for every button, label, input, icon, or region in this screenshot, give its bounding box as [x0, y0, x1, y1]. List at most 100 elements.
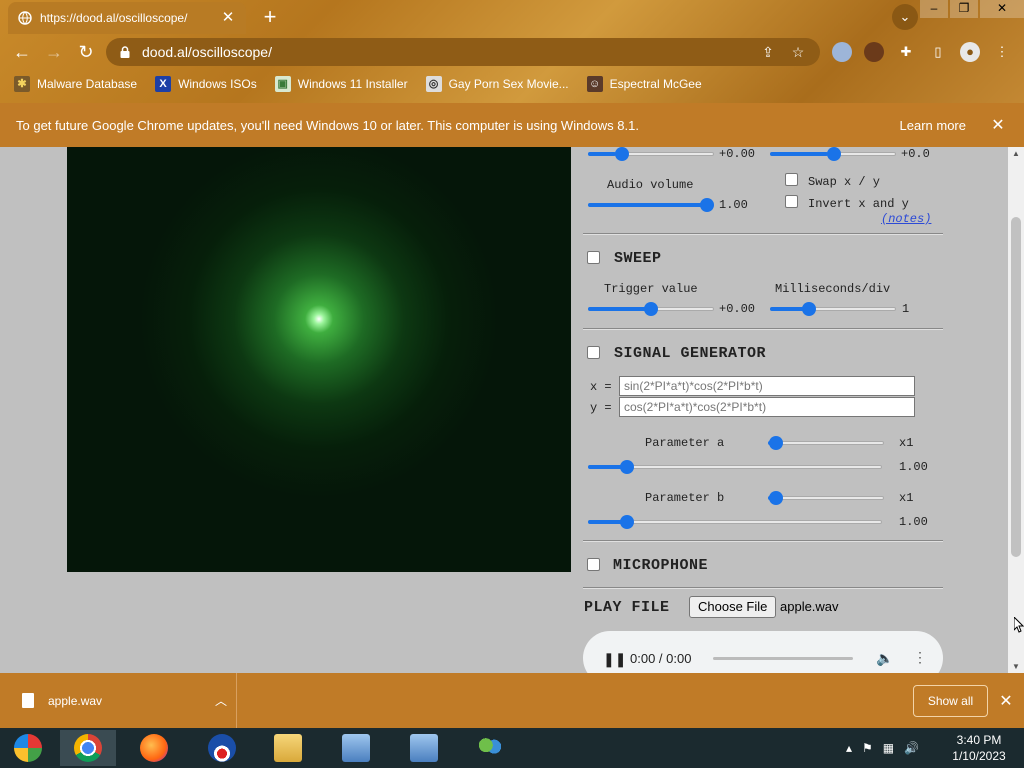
x-logo-icon: X [155, 76, 172, 92]
more-options-icon[interactable]: ⋮ [913, 649, 927, 666]
divider [583, 328, 943, 330]
bookmark-gay-porn-sex-movie[interactable]: ◎ Gay Porn Sex Movie... [425, 76, 569, 92]
trigger-value-value: +0.00 [719, 302, 756, 316]
url-text: dood.al/oscilloscope/ [142, 44, 272, 60]
invert-xy-checkbox[interactable] [785, 195, 798, 208]
scroll-down-icon[interactable]: ▼ [1008, 662, 1024, 671]
y-expression-input[interactable]: cos(2*PI*a*t)*cos(2*PI*b*t) [619, 397, 915, 417]
page-content: +0.00 +0.0 Audio volume 1.00 Swap x / y … [0, 147, 1024, 673]
taskbar-chrome[interactable] [60, 730, 116, 766]
lock-icon [120, 46, 130, 58]
address-bar[interactable]: dood.al/oscilloscope/ ⇪ ☆ [106, 38, 820, 66]
parameter-a-value: 1.00 [899, 460, 928, 474]
reload-button[interactable]: ↻ [74, 40, 98, 64]
trigger-value-slider[interactable] [588, 301, 714, 317]
top-left-slider[interactable] [588, 147, 714, 162]
bookmark-label: Gay Porn Sex Movie... [448, 77, 569, 91]
parameter-a-multiplier: x1 [899, 436, 914, 450]
clock-time: 3:40 PM [956, 733, 1002, 747]
parameter-b-multiplier-slider[interactable] [768, 490, 884, 506]
chevron-down-icon: ⌄ [899, 9, 911, 24]
taskbar-program-1[interactable] [328, 730, 384, 766]
swap-xy-label: Swap x / y [808, 175, 881, 189]
sweep-title: SWEEP [614, 250, 662, 267]
minimize-button[interactable]: – [920, 0, 948, 18]
bookmark-windows-11-installer[interactable]: ▣ Windows 11 Installer [274, 76, 408, 92]
chrome-update-infobar: To get future Google Chrome updates, you… [0, 103, 1024, 147]
restore-button[interactable]: ❐ [950, 0, 978, 18]
audio-file-icon [22, 693, 34, 708]
profile-icon[interactable]: ● [960, 42, 980, 62]
taskbar-file-explorer[interactable] [260, 730, 316, 766]
download-bar: apple.wav ︿ Show all ✕ [0, 673, 1024, 728]
extension-avatar-icon[interactable] [864, 42, 884, 62]
tab-strip: https://dood.al/oscilloscope/ ✕ + ⌄ – ❐ … [0, 0, 1024, 34]
top-right-slider[interactable] [770, 147, 896, 162]
back-button[interactable]: ← [10, 40, 34, 64]
parameter-b-value: 1.00 [899, 515, 928, 529]
chevron-up-icon[interactable]: ︿ [206, 692, 236, 709]
parameter-a-label: Parameter a [645, 436, 725, 450]
flag-icon[interactable]: ⚑ [862, 741, 873, 755]
bookmark-label: Windows 11 Installer [297, 77, 408, 91]
window-controls: – ❐ ✕ [918, 0, 1024, 18]
signal-generator-checkbox[interactable] [587, 346, 600, 359]
start-button[interactable] [0, 730, 56, 766]
puzzle-icon[interactable]: ✚ [896, 42, 916, 62]
pause-icon[interactable]: ❚❚ [603, 651, 626, 668]
volume-icon[interactable]: 🔊 [904, 741, 919, 755]
tab-close-icon[interactable]: ✕ [220, 10, 236, 26]
microphone-checkbox[interactable] [587, 558, 600, 571]
taskbar-obama-app[interactable] [194, 730, 250, 766]
network-icon[interactable]: ▦ [883, 741, 894, 755]
folder-icon [274, 734, 302, 762]
globe-icon: ◎ [425, 76, 442, 92]
choose-file-button[interactable]: Choose File [689, 596, 777, 618]
divider [583, 587, 943, 589]
download-bar-close-icon[interactable]: ✕ [998, 691, 1014, 711]
computer-icon [410, 734, 438, 762]
tab-search-button[interactable]: ⌄ [892, 4, 918, 30]
download-item[interactable]: apple.wav ︿ [0, 673, 237, 728]
taskbar-messenger[interactable] [462, 730, 518, 766]
taskbar-program-2[interactable] [396, 730, 452, 766]
audio-time: 0:00 / 0:00 [630, 651, 692, 666]
show-all-button[interactable]: Show all [913, 685, 988, 717]
bookmark-espectral-mcgee[interactable]: ☺ Espectral McGee [586, 76, 702, 92]
swap-xy-checkbox[interactable] [785, 173, 798, 186]
notes-link[interactable]: (notes) [881, 212, 931, 226]
parameter-a-multiplier-slider[interactable] [768, 435, 884, 451]
taskbar-clock[interactable]: 3:40 PM 1/10/2023 [944, 732, 1014, 764]
page-scrollbar[interactable]: ▲ ▼ [1008, 147, 1024, 673]
parameter-b-slider[interactable] [588, 514, 882, 530]
infobar-close-icon[interactable]: ✕ [990, 115, 1006, 135]
share-icon[interactable]: ⇪ [758, 44, 778, 61]
new-tab-button[interactable]: + [258, 6, 282, 28]
menu-kebab-icon[interactable]: ⋮ [992, 42, 1012, 62]
volume-icon[interactable]: 🔈 [876, 650, 893, 667]
mouse-cursor-icon [1014, 617, 1024, 633]
star-icon[interactable]: ☆ [788, 44, 808, 61]
bookmark-malware-database[interactable]: ✱ Malware Database [14, 76, 137, 92]
sweep-checkbox[interactable] [587, 251, 600, 264]
close-window-button[interactable]: ✕ [980, 0, 1024, 18]
audio-progress-bar[interactable] [713, 657, 853, 660]
bookmark-windows-isos[interactable]: X Windows ISOs [155, 76, 257, 92]
tab-oscilloscope[interactable]: https://dood.al/oscilloscope/ ✕ [8, 2, 246, 34]
parameter-a-slider[interactable] [588, 459, 882, 475]
windows-orb-icon [14, 734, 42, 762]
side-panel-icon[interactable]: ▯ [928, 42, 948, 62]
bookmark-label: Windows ISOs [178, 77, 257, 91]
milliseconds-div-slider[interactable] [770, 301, 896, 317]
x-expression-input[interactable]: sin(2*PI*a*t)*cos(2*PI*b*t) [619, 376, 915, 396]
scroll-up-icon[interactable]: ▲ [1008, 149, 1024, 158]
chevron-up-icon[interactable]: ▴ [846, 741, 852, 755]
y-expression-label: y = [590, 401, 612, 415]
forward-button[interactable]: → [42, 40, 66, 64]
taskbar-firefox[interactable] [126, 730, 182, 766]
scrollbar-thumb[interactable] [1011, 217, 1021, 557]
bug-icon: ✱ [14, 76, 30, 92]
extension-flag-icon[interactable] [832, 42, 852, 62]
learn-more-link[interactable]: Learn more [900, 118, 966, 133]
audio-volume-slider[interactable] [588, 197, 714, 213]
